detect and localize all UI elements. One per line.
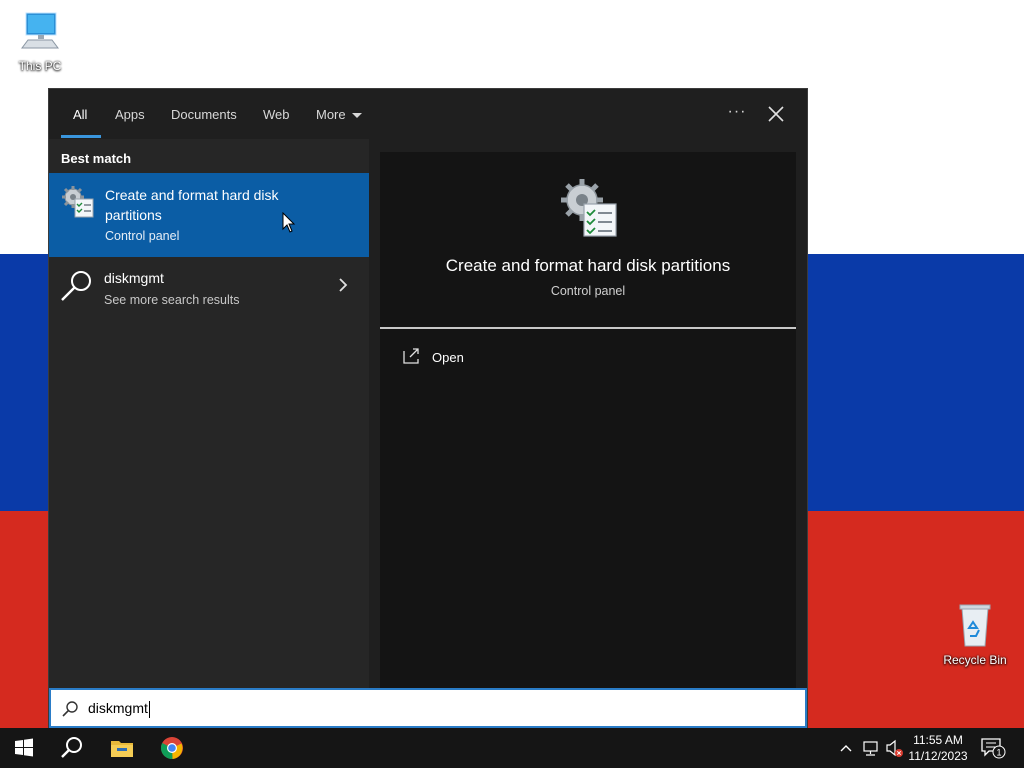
search-icon — [59, 269, 95, 310]
tab-more-label: More — [316, 107, 346, 122]
search-icon — [61, 737, 82, 758]
tab-web[interactable]: Web — [263, 107, 290, 122]
text-caret — [148, 700, 150, 718]
divider — [380, 327, 796, 329]
web-search-result[interactable]: diskmgmt See more search results — [49, 257, 369, 321]
more-options-button[interactable]: ··· — [725, 103, 749, 125]
clock-time: 11:55 AM — [913, 733, 963, 747]
active-tab-indicator — [61, 135, 101, 138]
start-button[interactable] — [0, 728, 48, 768]
file-explorer-button[interactable] — [98, 728, 146, 768]
notification-count: 1 — [996, 748, 1001, 758]
disk-management-icon — [558, 176, 618, 245]
desktop-icon-label: Recycle Bin — [943, 653, 1007, 667]
recycle-bin-icon — [937, 602, 1013, 651]
system-clock[interactable]: 11:55 AM 11/12/2023 — [902, 732, 974, 764]
desktop-icon-label: This PC — [18, 59, 62, 73]
desktop-icon-recycle-bin[interactable]: Recycle Bin — [937, 602, 1013, 667]
result-detail-pane: Create and format hard disk partitions C… — [380, 152, 796, 689]
disk-management-icon — [61, 185, 95, 224]
best-match-subtitle: Control panel — [105, 229, 180, 243]
chrome-button[interactable] — [148, 728, 196, 768]
start-icon — [15, 738, 33, 757]
clock-date: 11/12/2023 — [908, 749, 968, 763]
results-list: Best match Create and format hard disk p… — [49, 139, 369, 689]
tab-documents[interactable]: Documents — [171, 107, 237, 122]
result-subtitle: See more search results — [104, 293, 240, 307]
open-action-label: Open — [432, 350, 464, 365]
search-input-value: diskmgmt — [88, 700, 150, 718]
detail-subtitle: Control panel — [550, 284, 626, 298]
tab-more[interactable]: More — [316, 107, 362, 122]
tab-apps[interactable]: Apps — [115, 107, 145, 122]
tab-all[interactable]: All — [73, 107, 87, 122]
file-explorer-icon — [111, 741, 133, 757]
search-query-text: diskmgmt — [88, 700, 148, 716]
caret-down-icon — [351, 113, 362, 119]
detail-title: Create and format hard disk partitions — [445, 256, 731, 275]
desktop-icon-this-pc[interactable]: This PC — [2, 10, 78, 73]
chrome-icon — [160, 737, 183, 760]
search-tabs: All Apps Documents Web More ··· — [49, 89, 807, 139]
chevron-up-icon — [840, 745, 852, 752]
computer-icon — [2, 10, 78, 57]
notification-icon: 1 — [981, 738, 1006, 759]
close-icon — [768, 106, 784, 122]
network-icon — [863, 741, 878, 756]
close-button[interactable] — [765, 103, 787, 125]
show-hidden-icons-button[interactable] — [838, 728, 854, 768]
taskbar-search-button[interactable] — [48, 728, 96, 768]
network-status[interactable] — [862, 728, 880, 768]
best-match-result[interactable]: Create and format hard disk partitions C… — [49, 173, 369, 257]
taskbar: 11:55 AM 11/12/2023 1 — [0, 728, 1024, 768]
action-center-button[interactable]: 1 — [980, 736, 1008, 765]
search-input[interactable]: diskmgmt — [49, 688, 807, 728]
search-icon — [61, 700, 79, 723]
mouse-cursor-icon — [282, 211, 296, 239]
open-icon — [402, 347, 422, 368]
chevron-right-icon[interactable] — [337, 277, 349, 298]
search-panel: All Apps Documents Web More ··· Best mat… — [48, 88, 808, 728]
best-match-heading: Best match — [61, 151, 132, 166]
result-title: diskmgmt — [104, 270, 164, 286]
